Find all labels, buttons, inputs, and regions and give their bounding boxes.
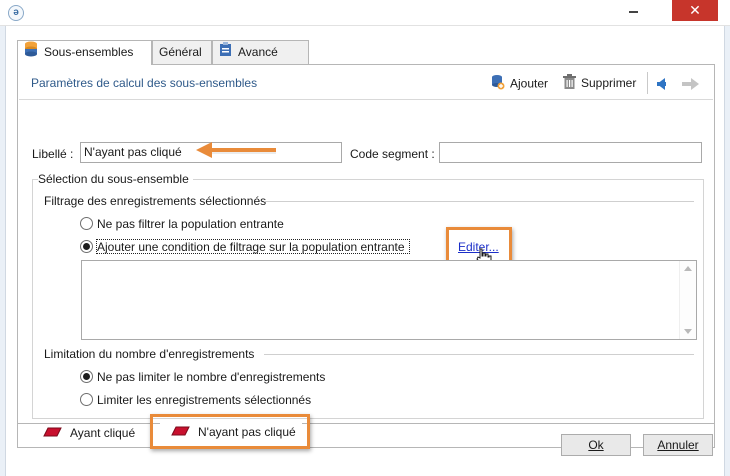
radio-add-condition-label[interactable]: Ajouter une condition de filtrage sur la… xyxy=(97,240,405,254)
filter-section-title: Filtrage des enregistrements sélectionné… xyxy=(44,194,271,208)
trash-icon xyxy=(563,74,576,94)
dialog-content: Sous-ensembles Général Avancé Paramètres… xyxy=(7,26,723,476)
scroll-up-icon[interactable] xyxy=(684,266,692,271)
delete-button[interactable]: Supprimer xyxy=(563,74,636,94)
window-border-right xyxy=(724,26,730,476)
add-button-label: Ajouter xyxy=(510,76,549,91)
panel-header: Paramètres de calcul des sous-ensembles … xyxy=(19,66,713,100)
close-button[interactable]: ✕ xyxy=(672,0,718,21)
scroll-down-icon[interactable] xyxy=(684,329,692,334)
tab-label: Général xyxy=(159,45,202,59)
code-segment-input[interactable] xyxy=(439,142,702,163)
radio-no-limit-label[interactable]: Ne pas limiter le nombre d'enregistremen… xyxy=(97,370,325,384)
delete-button-label: Supprimer xyxy=(581,76,637,91)
filter-area-scrollbar[interactable] xyxy=(679,261,696,339)
libelle-label: Libellé : xyxy=(32,147,74,161)
red-segment-icon xyxy=(42,425,62,443)
ok-button[interactable]: Ok xyxy=(561,434,631,456)
filter-section-divider xyxy=(264,201,694,202)
subset-tab-label: Ayant cliqué xyxy=(70,426,136,440)
window-border-left xyxy=(0,26,6,476)
code-segment-label: Code segment : xyxy=(350,147,435,161)
app-logo-icon: ə xyxy=(8,5,24,21)
orange-arrow-annotation xyxy=(196,142,276,158)
add-subset-icon xyxy=(491,74,505,95)
tab-general[interactable]: Général xyxy=(152,40,212,64)
clipboard-icon xyxy=(219,41,232,64)
radio-add-condition[interactable] xyxy=(80,240,93,253)
title-bar: ə ✕ xyxy=(0,0,730,26)
minimize-button[interactable] xyxy=(620,0,648,22)
radio-no-filter-label[interactable]: Ne pas filtrer la population entrante xyxy=(97,217,284,231)
radio-no-filter[interactable] xyxy=(80,217,93,230)
selection-title: Sélection du sous-ensemble xyxy=(38,172,193,186)
arrow-left-icon[interactable] xyxy=(657,78,666,90)
database-icon xyxy=(24,41,38,64)
tab-avance[interactable]: Avancé xyxy=(212,40,309,64)
tab-sous-ensembles[interactable]: Sous-ensembles xyxy=(17,40,152,65)
tab-label: Sous-ensembles xyxy=(44,45,134,59)
arrow-right-icon[interactable] xyxy=(682,78,699,90)
limit-section-title: Limitation du nombre d'enregistrements xyxy=(44,347,259,361)
cancel-button[interactable]: Annuler xyxy=(643,434,713,456)
toolbar-separator xyxy=(647,72,648,94)
limit-section-divider xyxy=(264,354,694,355)
panel-title: Paramètres de calcul des sous-ensembles xyxy=(31,76,258,90)
filter-condition-area[interactable] xyxy=(81,260,697,340)
tab-label: Avancé xyxy=(238,45,278,59)
radio-no-limit[interactable] xyxy=(80,370,93,383)
subsets-panel: Paramètres de calcul des sous-ensembles … xyxy=(17,64,715,449)
add-button[interactable]: Ajouter xyxy=(491,74,548,94)
subset-tab-highlight-box xyxy=(150,414,310,449)
radio-limit[interactable] xyxy=(80,393,93,406)
cancel-button-label: Annuler xyxy=(657,438,699,452)
ok-button-label: Ok xyxy=(588,438,604,452)
subset-tab-ayant-clique[interactable]: Ayant cliqué xyxy=(42,424,135,444)
radio-limit-label[interactable]: Limiter les enregistrements sélectionnés xyxy=(97,393,311,407)
